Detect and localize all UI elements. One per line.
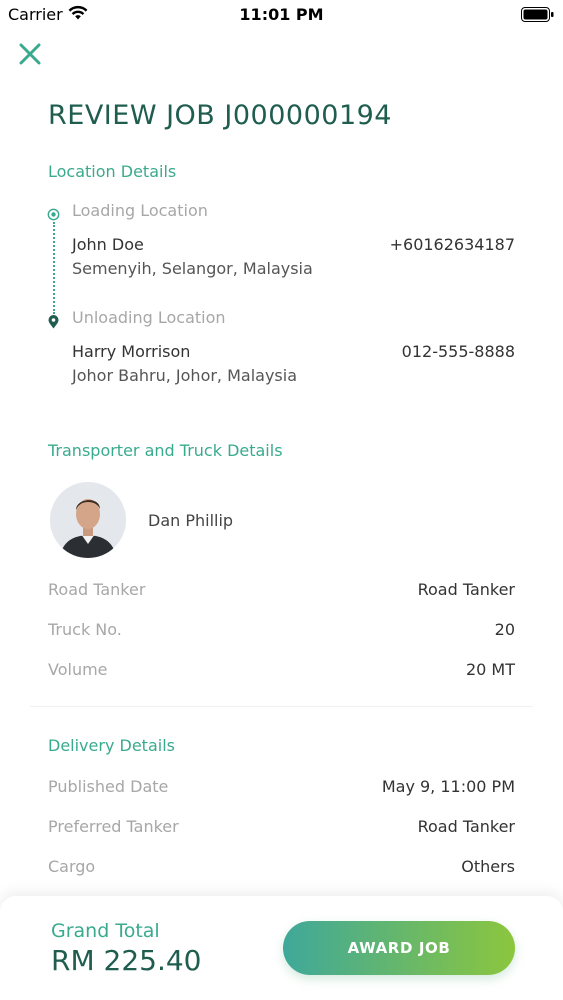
truck-no-value: 20 (494, 620, 515, 639)
close-button[interactable] (14, 38, 46, 70)
driver-name: Dan Phillip (148, 511, 234, 530)
loading-contact-phone[interactable]: +60162634187 (390, 235, 515, 254)
cargo-value: Others (461, 857, 515, 876)
preferred-tanker-value: Road Tanker (417, 817, 515, 836)
truck-type-label: Road Tanker (48, 580, 146, 599)
status-time: 11:01 PM (239, 5, 324, 24)
grand-total-label: Grand Total (51, 920, 160, 942)
unloading-location-label: Unloading Location (72, 308, 226, 327)
location-section-title: Location Details (48, 162, 177, 181)
route-dotted-line (53, 222, 55, 314)
close-icon (19, 43, 41, 65)
loading-address: Semenyih, Selangor, Malaysia (72, 259, 313, 278)
loading-location-label: Loading Location (72, 201, 208, 220)
cargo-label: Cargo (48, 857, 96, 876)
section-divider (30, 706, 533, 707)
unloading-contact-name: Harry Morrison (72, 342, 191, 361)
driver-avatar (50, 482, 126, 558)
review-job-screen: Carrier 11:01 PM REVIEW JOB J000000194 L… (0, 0, 563, 1000)
unloading-location-pin-icon (48, 314, 59, 333)
transporter-section-title: Transporter and Truck Details (48, 441, 283, 460)
page-title: REVIEW JOB J000000194 (48, 100, 392, 131)
delivery-section-title: Delivery Details (48, 736, 175, 755)
published-date-label: Published Date (48, 777, 169, 796)
award-job-button[interactable]: AWARD JOB (283, 921, 515, 975)
bottom-action-bar: Grand Total RM 225.40 AWARD JOB (0, 896, 563, 1000)
battery-icon (521, 7, 554, 22)
loading-contact-name: John Doe (72, 235, 144, 254)
grand-total-value: RM 225.40 (51, 944, 202, 977)
unloading-address: Johor Bahru, Johor, Malaysia (72, 366, 298, 385)
unloading-contact-phone[interactable]: 012-555-8888 (402, 342, 515, 361)
status-bar: Carrier 11:01 PM (0, 0, 563, 30)
volume-label: Volume (48, 660, 108, 679)
truck-no-label: Truck No. (48, 620, 122, 639)
volume-value: 20 MT (465, 660, 515, 679)
truck-type-value: Road Tanker (417, 580, 515, 599)
preferred-tanker-label: Preferred Tanker (48, 817, 179, 836)
published-date-value: May 9, 11:00 PM (381, 777, 515, 796)
